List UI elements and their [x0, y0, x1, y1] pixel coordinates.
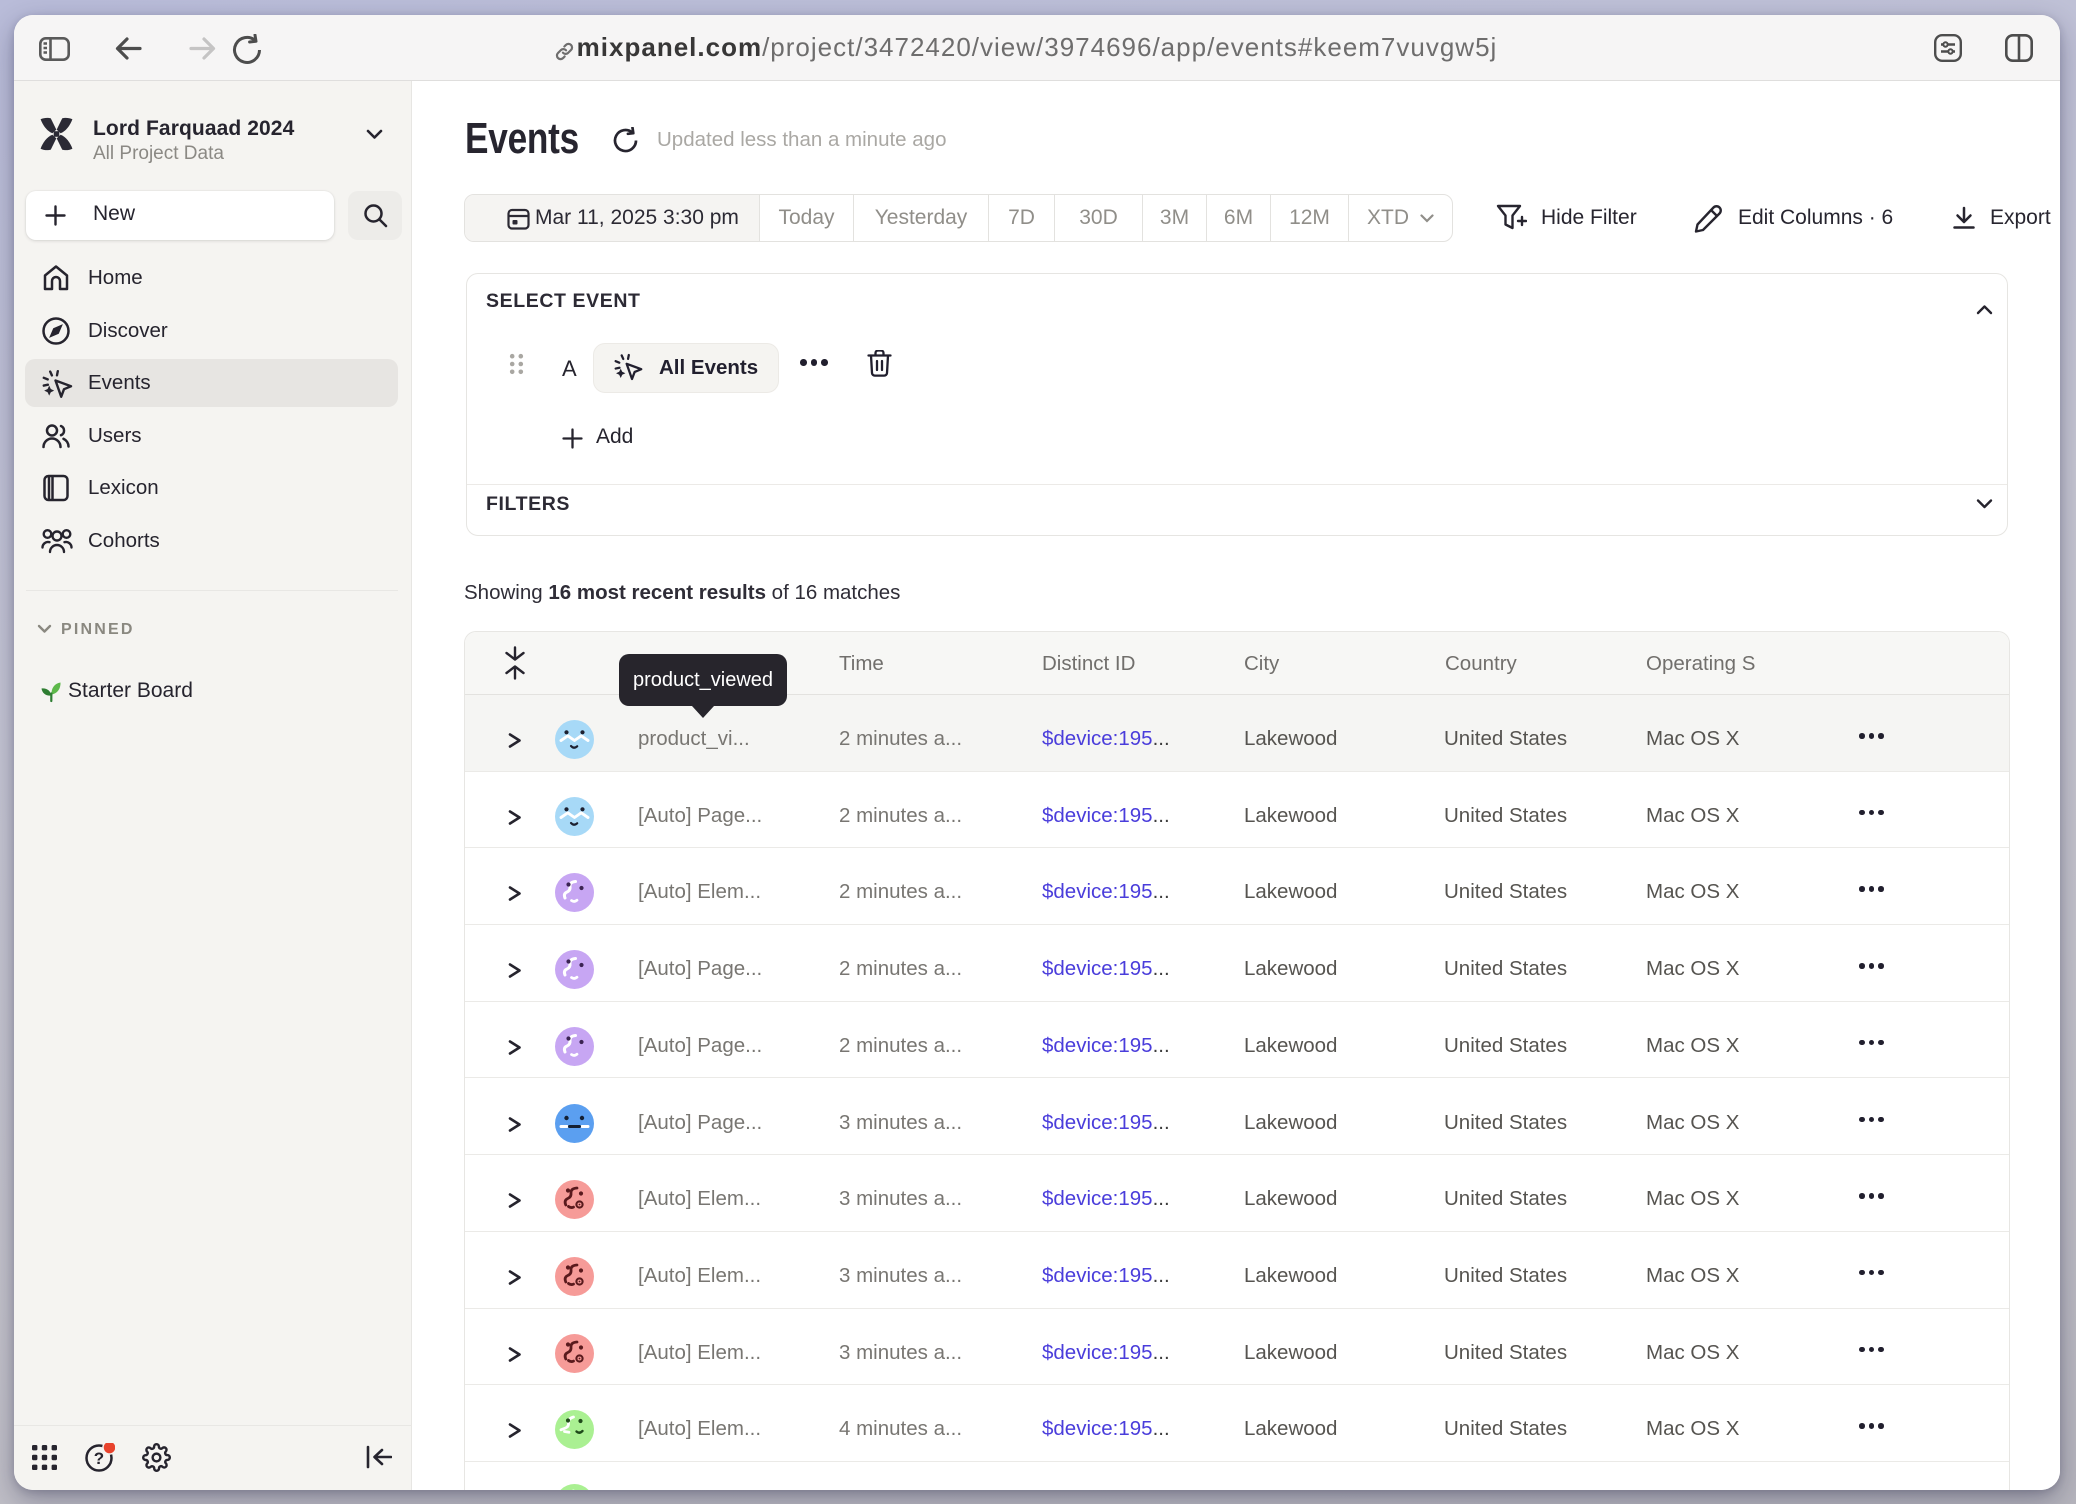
- svg-text:?: ?: [94, 1449, 104, 1468]
